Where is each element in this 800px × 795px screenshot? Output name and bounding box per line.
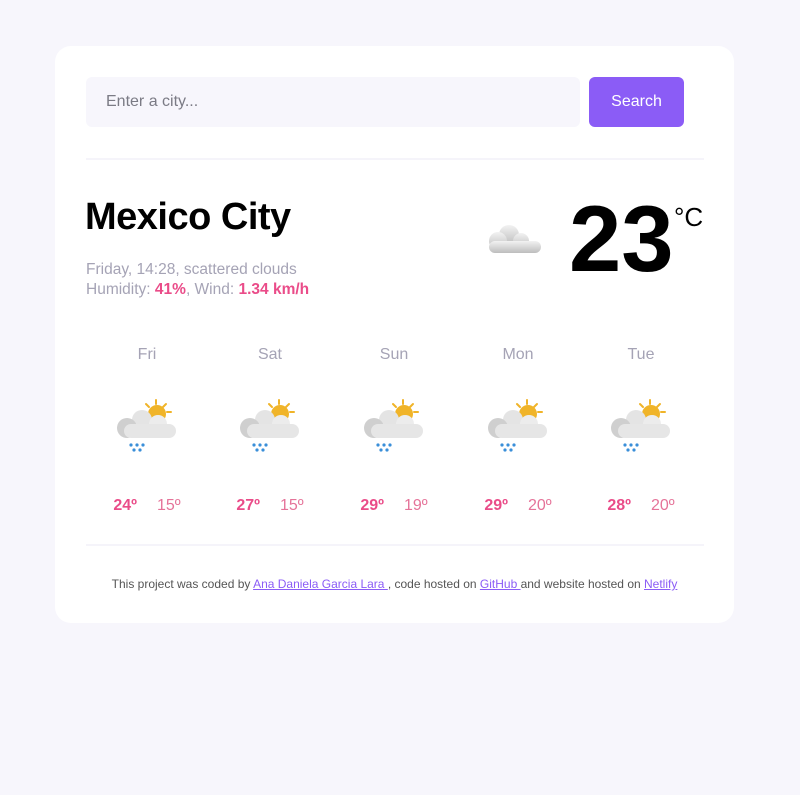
humidity-wind: Humidity: 41%, Wind: 1.34 km/h	[86, 280, 309, 300]
forecast-day-name: Sun	[379, 346, 409, 363]
wind-value: 1.34 km/h	[238, 281, 310, 298]
github-link[interactable]: GitHub	[480, 577, 521, 591]
forecast-day: Sat 27º 15º	[210, 346, 330, 515]
forecast-temps: 29º 19º	[334, 497, 454, 515]
author-link[interactable]: Ana Daniela Garcia Lara	[253, 577, 388, 591]
scattered-clouds-icon	[489, 225, 541, 253]
forecast-day-name: Fri	[137, 346, 157, 363]
divider	[86, 544, 704, 546]
forecast-day: Sun 29º 19º	[334, 346, 454, 515]
humidity-label: Humidity:	[86, 281, 155, 298]
sun-cloud-rain-icon	[611, 399, 670, 452]
sun-cloud-rain-icon	[364, 399, 423, 452]
forecast-max: 29º	[484, 497, 508, 514]
search-button[interactable]: Search	[589, 77, 684, 127]
forecast-max: 24º	[113, 497, 137, 514]
sun-cloud-rain-icon	[117, 399, 176, 452]
wind-label: , Wind:	[185, 281, 239, 298]
forecast-min: 20º	[528, 497, 552, 514]
footer-text: , code hosted on	[387, 577, 480, 591]
forecast-day: Tue 28º 20º	[581, 346, 701, 515]
forecast-min: 20º	[651, 497, 675, 514]
forecast-day-name: Tue	[627, 346, 655, 363]
forecast-temps: 29º 20º	[458, 497, 578, 515]
forecast-temps: 24º 15º	[87, 497, 207, 515]
forecast-min: 15º	[157, 497, 181, 514]
sun-cloud-rain-icon	[240, 399, 299, 452]
current-temperature: 23	[569, 186, 674, 291]
datetime-description: Friday, 14:28, scattered clouds	[86, 261, 297, 278]
search-input[interactable]	[86, 77, 580, 127]
temperature-unit: °C	[674, 202, 704, 232]
footer-text: and website hosted on	[520, 577, 644, 591]
city-name: Mexico City	[85, 196, 291, 238]
sun-cloud-rain-icon	[488, 399, 547, 452]
netlify-link[interactable]: Netlify	[644, 577, 677, 591]
weather-details: Friday, 14:28, scattered clouds Humidity…	[86, 260, 309, 300]
forecast-day-name: Mon	[502, 346, 534, 363]
forecast-day: Fri 24º 15º	[87, 346, 207, 515]
forecast-temps: 27º 15º	[210, 497, 330, 515]
footer-text: This project was coded by	[111, 577, 254, 591]
forecast-max: 27º	[236, 497, 260, 514]
divider	[86, 158, 704, 160]
footer: This project was coded by Ana Daniela Ga…	[55, 577, 734, 591]
forecast-day: Mon 29º 20º	[458, 346, 578, 515]
humidity-value: 41%	[154, 281, 186, 298]
forecast-max: 29º	[360, 497, 384, 514]
forecast-min: 15º	[280, 497, 304, 514]
forecast-temps: 28º 20º	[581, 497, 701, 515]
search-form: Search	[86, 77, 686, 127]
weather-card: Search Mexico City Friday, 14:28, scatte…	[55, 46, 734, 623]
forecast-max: 28º	[607, 497, 631, 514]
forecast-min: 19º	[404, 497, 428, 514]
forecast-day-name: Sat	[257, 346, 282, 363]
